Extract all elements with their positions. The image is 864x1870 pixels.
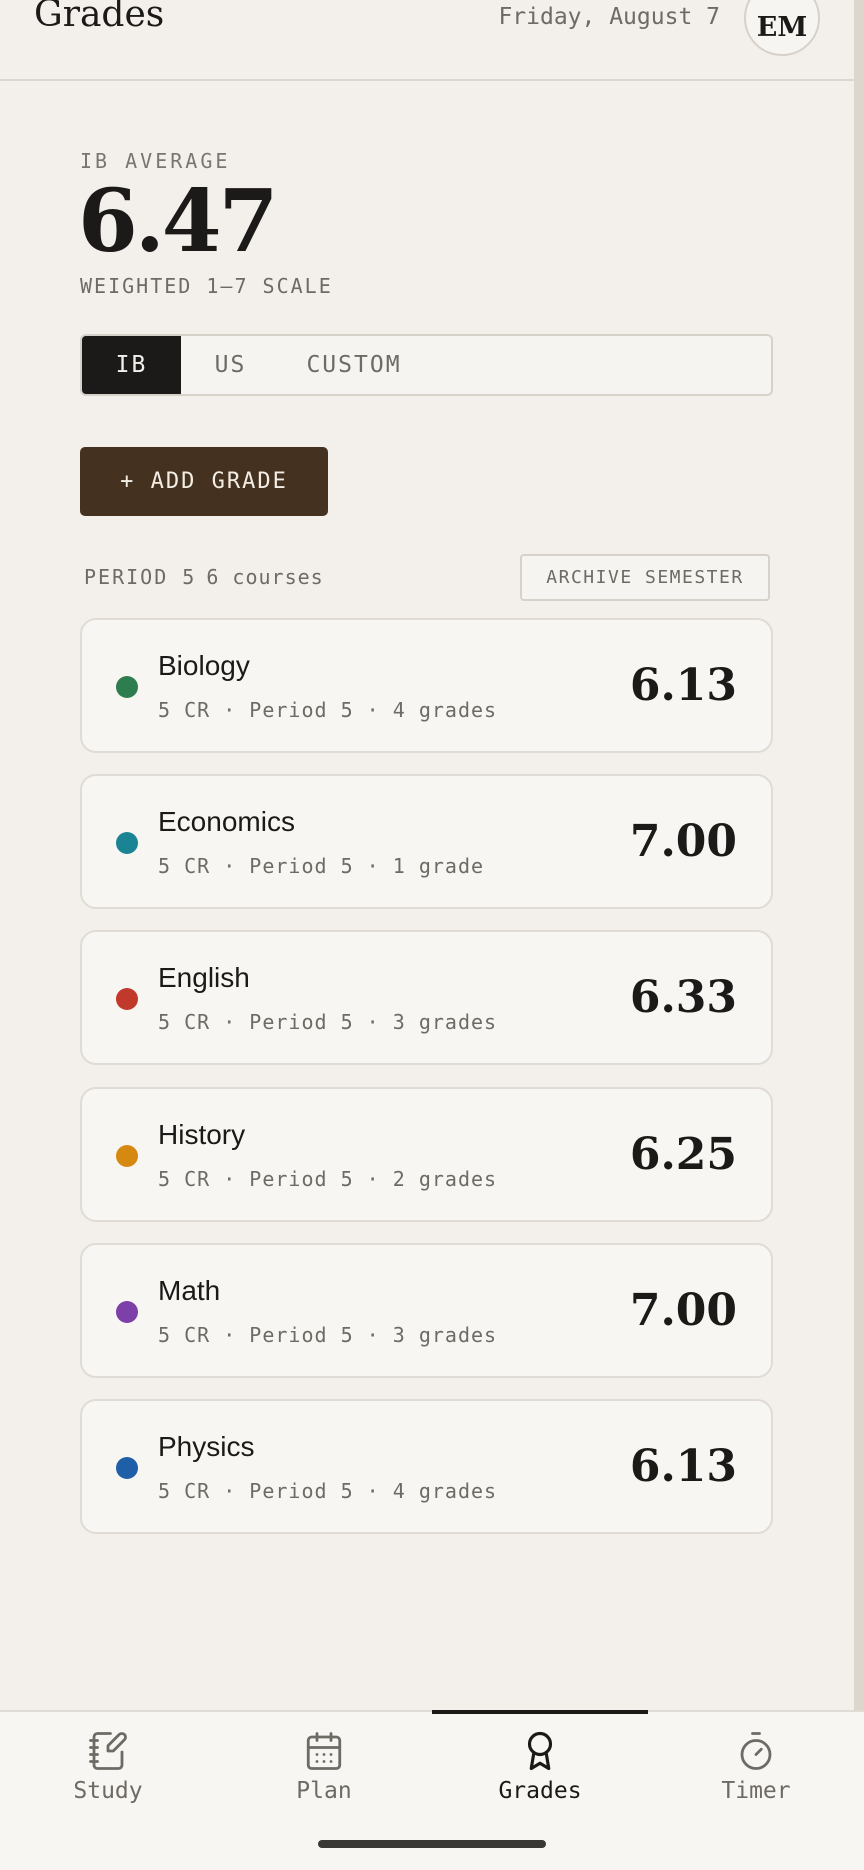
course-meta: 5 CR · Period 5 · 1 grade bbox=[158, 854, 485, 878]
course-color-dot bbox=[116, 1301, 138, 1323]
course-name: Economics bbox=[158, 806, 295, 837]
tab-ib[interactable]: IB bbox=[82, 336, 181, 394]
course-name: English bbox=[158, 962, 250, 993]
nav-label: Timer bbox=[721, 1778, 791, 1804]
course-meta: 5 CR · Period 5 · 2 grades bbox=[158, 1167, 498, 1191]
course-color-dot bbox=[116, 676, 138, 698]
period-label: PERIOD 5 bbox=[84, 565, 197, 589]
notebook-pen-icon bbox=[89, 1732, 127, 1770]
course-grade: 6.25 bbox=[629, 1129, 737, 1180]
course-name: Biology bbox=[158, 650, 250, 681]
course-card-english[interactable]: English 5 CR · Period 5 · 3 grades 6.33 bbox=[80, 930, 773, 1065]
calendar-icon bbox=[306, 1732, 342, 1770]
course-name: Physics bbox=[158, 1431, 255, 1462]
course-grade: 6.13 bbox=[629, 660, 737, 711]
course-meta: 5 CR · Period 5 · 3 grades bbox=[158, 1323, 498, 1347]
current-date: Friday, August 7 bbox=[498, 4, 720, 30]
nav-study[interactable]: Study bbox=[0, 1712, 216, 1822]
scale-selector: IB US CUSTOM bbox=[80, 334, 773, 396]
course-grade: 7.00 bbox=[629, 1285, 737, 1336]
course-card-math[interactable]: Math 5 CR · Period 5 · 3 grades 7.00 bbox=[80, 1243, 773, 1378]
tab-custom[interactable]: CUSTOM bbox=[280, 336, 428, 394]
period-header: PERIOD 5 6 courses bbox=[84, 565, 324, 589]
course-card-economics[interactable]: Economics 5 CR · Period 5 · 1 grade 7.00 bbox=[80, 774, 773, 909]
course-meta: 5 CR · Period 5 · 3 grades bbox=[158, 1010, 498, 1034]
nav-plan[interactable]: Plan bbox=[216, 1712, 432, 1822]
course-name: Math bbox=[158, 1275, 221, 1306]
add-grade-button[interactable]: + ADD GRADE bbox=[80, 447, 328, 516]
course-color-dot bbox=[116, 1145, 138, 1167]
course-card-biology[interactable]: Biology 5 CR · Period 5 · 4 grades 6.13 bbox=[80, 618, 773, 753]
stopwatch-icon bbox=[740, 1732, 772, 1770]
award-icon bbox=[527, 1731, 553, 1771]
course-card-history[interactable]: History 5 CR · Period 5 · 2 grades 6.25 bbox=[80, 1087, 773, 1222]
nav-label: Grades bbox=[498, 1778, 582, 1804]
course-color-dot bbox=[116, 832, 138, 854]
course-meta: 5 CR · Period 5 · 4 grades bbox=[158, 1479, 498, 1503]
course-meta: 5 CR · Period 5 · 4 grades bbox=[158, 698, 498, 722]
average-subtitle: WEIGHTED 1–7 SCALE bbox=[80, 274, 333, 298]
tab-us[interactable]: US bbox=[181, 336, 280, 394]
course-name: History bbox=[158, 1119, 246, 1150]
home-indicator bbox=[318, 1840, 546, 1848]
avatar[interactable]: EM bbox=[744, 0, 820, 56]
nav-grades[interactable]: Grades bbox=[432, 1710, 648, 1822]
average-value: 6.47 bbox=[78, 171, 278, 272]
course-grade: 6.13 bbox=[629, 1441, 737, 1492]
scrollbar[interactable] bbox=[854, 0, 864, 1710]
course-color-dot bbox=[116, 988, 138, 1010]
course-color-dot bbox=[116, 1457, 138, 1479]
nav-timer[interactable]: Timer bbox=[648, 1712, 864, 1822]
course-grade: 6.33 bbox=[629, 972, 737, 1023]
nav-label: Plan bbox=[296, 1778, 352, 1804]
average-label: IB AVERAGE bbox=[80, 149, 231, 173]
page-title: Grades bbox=[34, 0, 165, 35]
course-grade: 7.00 bbox=[629, 816, 737, 867]
course-card-physics[interactable]: Physics 5 CR · Period 5 · 4 grades 6.13 bbox=[80, 1399, 773, 1534]
header: Grades Friday, August 7 EM bbox=[0, 0, 854, 81]
nav-label: Study bbox=[73, 1778, 143, 1804]
archive-semester-button[interactable]: ARCHIVE SEMESTER bbox=[520, 554, 770, 601]
course-count: 6 courses bbox=[206, 565, 324, 589]
